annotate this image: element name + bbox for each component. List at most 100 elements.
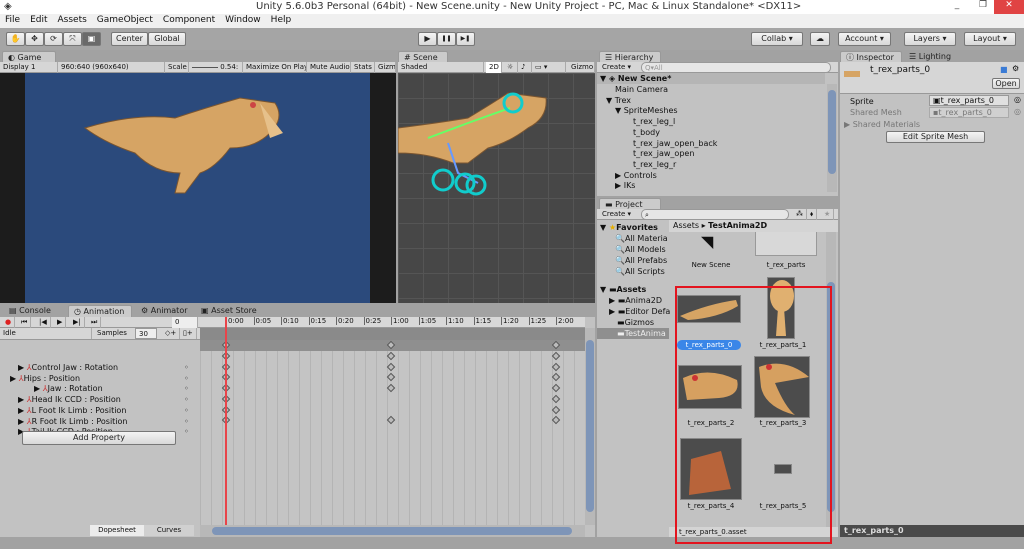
menu-component[interactable]: Component	[158, 14, 220, 26]
play-button[interactable]: ▶	[418, 32, 437, 46]
animation-property-row[interactable]: ▶ ⅄Jaw : Rotation ◦	[0, 383, 200, 394]
hierarchy-item[interactable]: t_rex_leg_l	[597, 116, 675, 127]
spritesheet-thumbnail[interactable]	[755, 232, 817, 256]
last-key-button[interactable]: ⏭	[88, 317, 102, 328]
folder-editor-default[interactable]: ▶ ▬Editor Defa	[597, 306, 670, 317]
first-key-button[interactable]: ⏮	[18, 317, 32, 328]
folder-testanima2d[interactable]: ▬TestAnima	[597, 328, 669, 339]
menu-file[interactable]: File	[0, 14, 25, 26]
expand-arrow-icon[interactable]: ▶	[18, 406, 24, 415]
filter-label-icon[interactable]: ⬧	[807, 209, 818, 220]
gizmos-toggle[interactable]: Gizm	[375, 62, 396, 73]
visibility-eye-icon[interactable]: ◦	[184, 383, 189, 394]
visibility-eye-icon[interactable]: ◦	[184, 394, 189, 405]
menu-gameobject[interactable]: GameObject	[92, 14, 158, 26]
expand-arrow-icon[interactable]: ▶	[34, 384, 40, 393]
move-tool-button[interactable]: ✥	[25, 32, 44, 46]
hierarchy-item[interactable]: ▶ IKs	[597, 180, 635, 191]
visibility-eye-icon[interactable]: ◦	[184, 362, 189, 373]
menu-window[interactable]: Window	[220, 14, 266, 26]
hierarchy-item[interactable]: t_rex_jaw_open_back	[597, 138, 717, 149]
lighting-toggle-icon[interactable]: ☼	[504, 62, 518, 73]
hierarchy-item[interactable]: t_body	[597, 127, 660, 138]
scale-slider[interactable]: 0.54:	[189, 62, 243, 73]
audio-toggle-icon[interactable]: ♪	[518, 62, 532, 73]
tab-animator[interactable]: ⚙ Animator	[136, 305, 193, 317]
game-view[interactable]	[0, 73, 396, 303]
folder-anima2d[interactable]: ▶ ▬Anima2D	[597, 295, 662, 306]
prev-key-button[interactable]: |◀	[36, 317, 51, 328]
tab-asset-store[interactable]: ▣ Asset Store	[196, 305, 262, 317]
scene-view[interactable]	[397, 73, 595, 303]
visibility-eye-icon[interactable]: ◦	[184, 416, 189, 427]
samples-input[interactable]: 30	[135, 328, 157, 339]
hierarchy-item[interactable]: ▼ SpriteMeshes	[597, 105, 678, 116]
animation-property-row[interactable]: ▶ ⅄R Foot Ik Limb : Position ◦	[0, 416, 200, 427]
tab-console[interactable]: ▤ Console	[4, 305, 56, 317]
layout-dropdown[interactable]: Layout ▾	[964, 32, 1016, 46]
keyframe[interactable]	[386, 373, 396, 382]
hierarchy-item[interactable]: t_rex_leg_r	[597, 159, 676, 170]
dopesheet-timeline[interactable]: 0:00 0:05 0:10 0:15 0:20 0:25 1:00 1:05 1:10 1:15…	[200, 317, 585, 525]
minimize-button[interactable]: _	[944, 0, 970, 14]
expand-arrow-icon[interactable]: ▼	[606, 96, 612, 105]
cloud-button[interactable]: ☁	[810, 32, 830, 46]
animation-property-row[interactable]: ▶ ⅄Hips : Position ◦	[0, 373, 200, 384]
keyframe[interactable]	[386, 383, 396, 393]
maximize-on-play-toggle[interactable]: Maximize On Play	[243, 62, 307, 73]
fav-all-scripts[interactable]: 🔍All Scripts	[597, 266, 665, 277]
pivot-center-button[interactable]: Center	[111, 32, 148, 46]
shading-dropdown[interactable]: Shaded	[398, 62, 484, 73]
play-anim-button[interactable]: ▶	[54, 317, 67, 328]
hierarchy-item[interactable]: ▶ Controls	[597, 170, 657, 181]
record-button[interactable]: ●	[2, 317, 16, 328]
settings-gear-icon[interactable]: ⚙	[1012, 64, 1019, 73]
asset-label[interactable]: New Scene	[671, 261, 751, 269]
hierarchy-item[interactable]: Main Camera	[597, 84, 668, 95]
add-property-button[interactable]: Add Property	[22, 431, 176, 445]
hierarchy-search-input[interactable]: Q▾All	[641, 62, 831, 73]
expand-arrow-icon[interactable]: ▶	[615, 181, 621, 190]
fav-all-prefabs[interactable]: 🔍All Prefabs	[597, 255, 667, 266]
mute-audio-toggle[interactable]: Mute Audio	[307, 62, 351, 73]
scene-asset-icon[interactable]: ◥	[701, 232, 713, 251]
pause-button[interactable]: ❚❚	[437, 32, 456, 46]
filter-type-icon[interactable]: ⁂	[793, 209, 807, 220]
animation-property-row[interactable]: ▶ ⅄L Foot Ik Limb : Position ◦	[0, 405, 200, 416]
sprite-picker-icon[interactable]: ◎	[1014, 95, 1021, 104]
hierarchy-scrollbar[interactable]	[827, 84, 837, 192]
keyframe[interactable]	[551, 415, 561, 425]
clip-dropdown[interactable]: Idle	[0, 328, 92, 339]
pivot-global-button[interactable]: Global	[148, 32, 186, 46]
fav-all-models[interactable]: 🔍All Models	[597, 244, 666, 255]
keyframe[interactable]	[551, 394, 561, 404]
menu-help[interactable]: Help	[266, 14, 297, 26]
fav-all-materials[interactable]: 🔍All Materia	[597, 233, 668, 244]
rotate-tool-button[interactable]: ⟳	[44, 32, 63, 46]
breadcrumb-current[interactable]: TestAnima2D	[708, 221, 767, 230]
step-button[interactable]: ▶❚	[456, 32, 475, 46]
dopesheet-tab[interactable]: Dopesheet	[90, 525, 144, 536]
breadcrumb-assets[interactable]: Assets	[673, 221, 699, 230]
visibility-eye-icon[interactable]: ◦	[184, 405, 189, 416]
folder-gizmos[interactable]: ▬Gizmos	[597, 317, 654, 328]
curves-tab[interactable]: Curves	[144, 525, 194, 536]
menu-assets[interactable]: Assets	[53, 14, 92, 26]
visibility-eye-icon[interactable]: ◦	[184, 426, 189, 437]
keyframe[interactable]	[386, 351, 396, 361]
rect-tool-button[interactable]: ▣	[82, 32, 101, 46]
scene-root[interactable]: ▼ ◈ New Scene*	[597, 73, 825, 84]
sprite-field[interactable]: ▣t_rex_parts_0	[929, 95, 1009, 106]
favorite-star-icon[interactable]: ★	[821, 209, 835, 220]
expand-arrow-icon[interactable]: ▼	[615, 106, 621, 115]
timeline-hscrollbar[interactable]	[200, 525, 585, 537]
keyframe[interactable]	[386, 362, 396, 371]
keyframe[interactable]	[551, 373, 561, 382]
edit-sprite-mesh-button[interactable]: Edit Sprite Mesh	[886, 131, 985, 143]
project-search-input[interactable]: ⌕	[641, 209, 789, 220]
expand-arrow-icon[interactable]: ▶	[18, 395, 24, 404]
asset-label[interactable]: t_rex_parts	[746, 261, 826, 269]
shared-materials-foldout[interactable]: ▶ Shared Materials	[844, 120, 920, 129]
expand-arrow-icon[interactable]: ▶	[10, 374, 16, 383]
collab-button[interactable]: Collab ▾	[751, 32, 803, 46]
